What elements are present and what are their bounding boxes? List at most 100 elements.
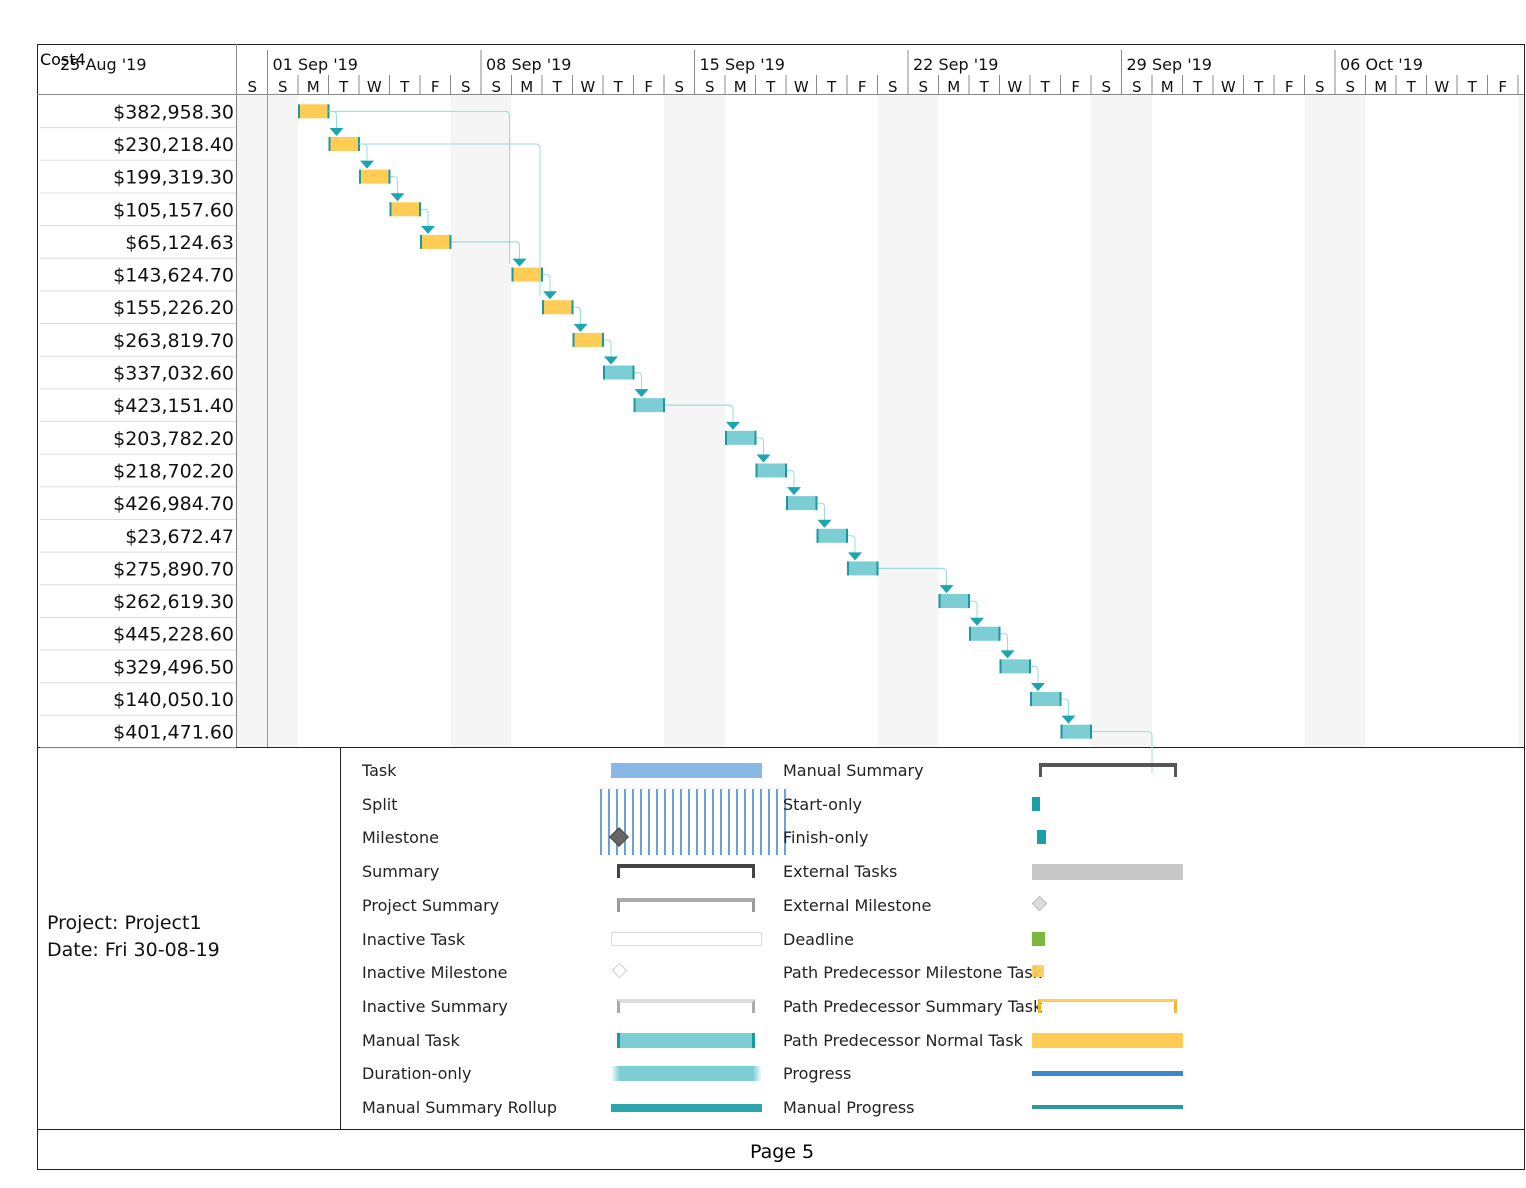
- day-label: F: [644, 78, 653, 96]
- day-label: S: [918, 78, 928, 96]
- legend-label: Finish-only: [783, 828, 869, 848]
- bar-start-marker: [603, 365, 605, 380]
- legend-label: Project Summary: [362, 895, 500, 915]
- manual-task-bar: [725, 430, 757, 445]
- day-label: F: [1285, 78, 1294, 96]
- link-arrow: [970, 617, 984, 626]
- page-number: Page 5: [750, 1141, 815, 1163]
- week-label: 01 Sep '19: [273, 55, 358, 74]
- legend-symbol-task: [611, 763, 762, 778]
- path-predecessor-task-bar: [572, 332, 604, 347]
- week-label: 08 Sep '19: [486, 55, 571, 74]
- legend-symbol-finish-only: [1037, 830, 1046, 845]
- cost-cell: $218,702.20: [113, 460, 234, 482]
- legend-symbol-duration-only: [611, 1066, 762, 1082]
- cost-cell: $445,228.60: [113, 624, 234, 646]
- link-line: [787, 469, 795, 489]
- manual-task-bar: [603, 365, 635, 380]
- legend-label: Inactive Milestone: [362, 963, 508, 983]
- week-label: 06 Oct '19: [1340, 55, 1423, 74]
- day-label: S: [674, 78, 684, 96]
- legend-label: Deadline: [783, 929, 854, 949]
- bar-start-marker: [1060, 724, 1063, 739]
- weekend-shade: [1091, 95, 1152, 747]
- path-predecessor-task-bar: [328, 136, 360, 151]
- bar-end-marker: [1029, 659, 1031, 674]
- path-predecessor-task-bar: [389, 202, 421, 217]
- cost-cell: $143,624.70: [113, 265, 234, 287]
- cost-cell: $275,890.70: [113, 558, 234, 580]
- legend-label: Path Predecessor Summary Task: [783, 996, 1043, 1016]
- cost-cell: $401,471.60: [113, 722, 234, 744]
- day-label: S: [247, 78, 257, 96]
- link-line: [573, 306, 581, 325]
- path-predecessor-task-bar: [542, 300, 574, 315]
- day-label: F: [1498, 78, 1507, 96]
- manual-task-bar: [1060, 724, 1092, 739]
- bar-start-marker: [755, 463, 758, 478]
- day-label: T: [765, 78, 776, 96]
- manual-task-bar: [999, 659, 1031, 674]
- legend-symbol-project-summary: [617, 897, 755, 912]
- cost-cell: $382,958.30: [113, 101, 234, 123]
- legend-label: Task: [362, 761, 397, 780]
- legend-label: Milestone: [362, 828, 439, 848]
- day-label: S: [1345, 78, 1355, 96]
- bar-start-marker: [511, 267, 514, 282]
- gantt-chart: 25 Aug '19 01 Sep '19 08 Sep '19 15 Sep '19…: [37, 44, 1525, 1170]
- day-label: T: [1192, 78, 1203, 96]
- day-label: F: [431, 78, 440, 96]
- day-label: S: [461, 78, 471, 96]
- bar-start-marker: [786, 496, 788, 511]
- link-arrow: [1061, 715, 1076, 724]
- bar-end-marker: [1059, 692, 1062, 707]
- gantt-print-page: 25 Aug '19 01 Sep '19 08 Sep '19 15 Sep '19…: [0, 0, 1526, 1188]
- bar-start-marker: [542, 300, 544, 315]
- cost-cell: $199,319.30: [113, 167, 234, 189]
- weekend-shade: [877, 95, 939, 747]
- project-name: Project: Project1: [47, 912, 202, 934]
- legend-label: Path Predecessor Milestone Task: [783, 963, 1042, 983]
- manual-task-bar: [816, 528, 848, 543]
- legend-symbol-start-only: [1032, 796, 1040, 811]
- cost-cell: $329,496.50: [113, 656, 234, 678]
- path-predecessor-task-bar: [298, 104, 330, 119]
- bar-start-marker: [969, 626, 971, 641]
- day-label: M: [520, 78, 533, 96]
- link-arrow: [848, 552, 862, 561]
- bar-end-marker: [815, 496, 818, 511]
- manual-task-bar: [847, 561, 879, 576]
- day-label: W: [1007, 78, 1022, 96]
- legend-symbol-deadline: [1032, 931, 1045, 946]
- day-label: S: [278, 78, 288, 96]
- bar-end-marker: [998, 626, 1001, 641]
- day-label: T: [1467, 78, 1478, 96]
- link-arrow: [1000, 650, 1015, 659]
- bar-start-marker: [847, 561, 849, 576]
- link-arrow: [817, 519, 832, 528]
- link-line: [970, 600, 978, 619]
- weekend-shade: [1304, 95, 1366, 747]
- link-line: [329, 110, 337, 129]
- link-line: [1031, 665, 1039, 685]
- link-arrow: [543, 291, 557, 300]
- bar-start-marker: [328, 136, 331, 151]
- cost-cell: $23,672.47: [125, 526, 234, 548]
- day-label: M: [1161, 78, 1174, 96]
- link-arrow: [634, 389, 649, 398]
- link-line: [360, 143, 368, 162]
- legend-symbol-path-predecessor-summary-task: [1038, 998, 1177, 1013]
- day-label: W: [580, 78, 595, 96]
- weekend-shade: [664, 95, 725, 747]
- legend-symbol-path-predecessor-milestone-task: [1032, 965, 1044, 978]
- cost-cell: $337,032.60: [113, 363, 234, 385]
- day-label: W: [1434, 78, 1449, 96]
- legend-label: Manual Progress: [783, 1098, 915, 1117]
- cost-cell: $230,218.40: [113, 134, 234, 156]
- legend-label: Manual Summary Rollup: [362, 1098, 558, 1117]
- week-label: 29 Sep '19: [1127, 55, 1212, 74]
- day-label: W: [794, 78, 809, 96]
- link-arrow: [512, 258, 527, 267]
- cost-column-header: Cost4: [40, 50, 86, 69]
- bar-start-marker: [633, 398, 636, 413]
